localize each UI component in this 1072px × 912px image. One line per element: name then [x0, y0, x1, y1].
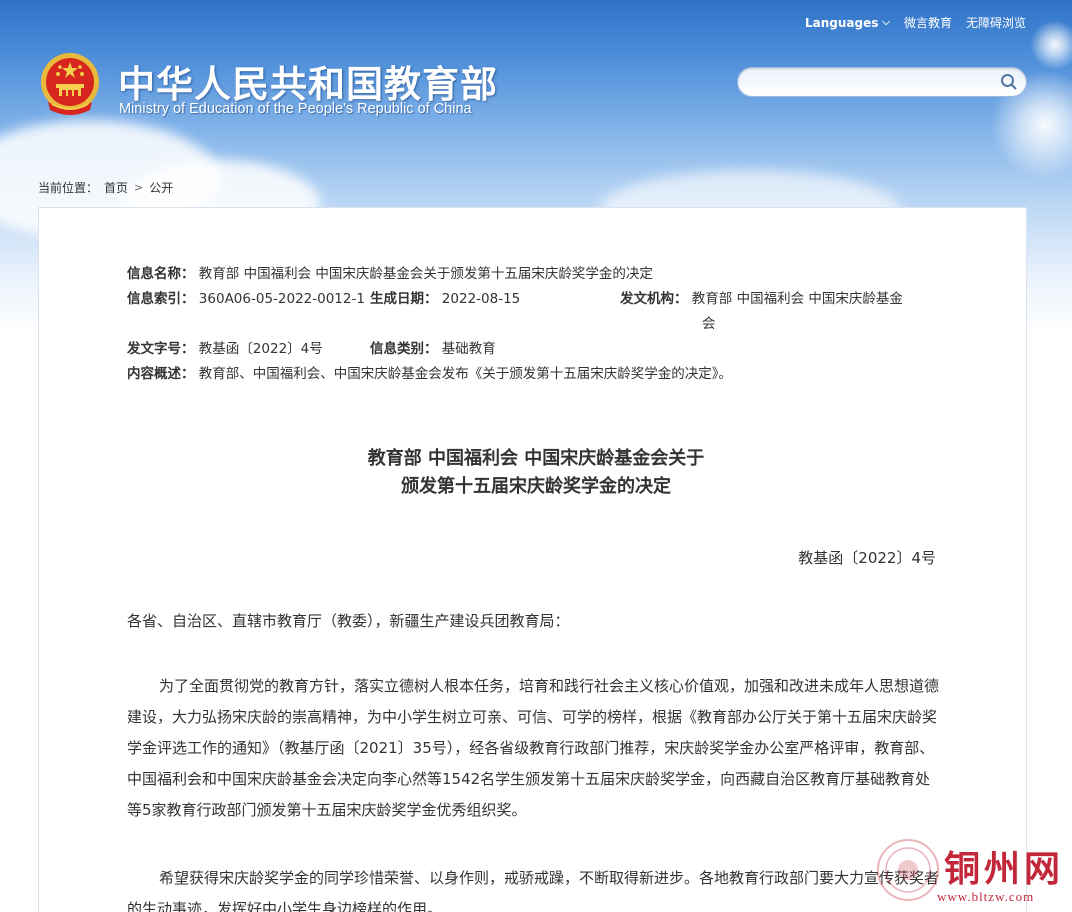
meta-name-label: 信息名称：: [127, 266, 195, 282]
document-paragraph-1: 为了全面贯彻党的教育方针，落实立德树人根本任务，培育和践行社会主义核心价值观，加…: [127, 677, 940, 819]
meta-name-value: 教育部 中国福利会 中国宋庆龄基金会关于颁发第十五届宋庆龄奖学金的决定: [198, 266, 653, 282]
search-box[interactable]: [737, 67, 1027, 97]
accessibility-link[interactable]: 无障碍浏览: [966, 14, 1026, 31]
meta-docnum-label: 发文字号：: [127, 341, 195, 357]
document-number: 教基函〔2022〕4号: [798, 549, 936, 567]
meta-index-value: 360A06-05-2022-0012-1: [198, 291, 365, 307]
site-title-english: Ministry of Education of the People's Re…: [119, 101, 472, 117]
weiyan-education-link[interactable]: 微言教育: [904, 14, 952, 31]
breadcrumb-public[interactable]: 公开: [149, 179, 173, 196]
meta-row-index: 信息索引： 360A06-05-2022-0012-1: [127, 287, 365, 307]
national-emblem-logo: [41, 53, 99, 115]
breadcrumb-home[interactable]: 首页: [104, 179, 128, 196]
meta-docnum-value: 教基函〔2022〕4号: [198, 341, 323, 357]
meta-index-label: 信息索引：: [127, 291, 195, 307]
languages-label: Languages: [804, 15, 879, 30]
document-paragraph-2: 希望获得宋庆龄奖学金的同学珍惜荣誉、以身作则，戒骄戒躁，不断取得新进步。各地教育…: [127, 869, 940, 912]
meta-summary-label: 内容概述：: [127, 366, 195, 382]
meta-issuer-value: 教育部 中国福利会 中国宋庆龄基金: [691, 291, 903, 307]
meta-date-label: 生成日期：: [370, 291, 438, 307]
meta-row-issuer: 发文机构： 教育部 中国福利会 中国宋庆龄基金: [620, 287, 903, 307]
meta-row-category: 信息类别： 基础教育: [370, 337, 496, 357]
meta-issuer-continued: 会: [702, 312, 716, 332]
meta-issuer-label: 发文机构：: [620, 291, 688, 307]
document-title-line1: 教育部 中国福利会 中国宋庆龄基金会关于: [367, 448, 705, 469]
document-salutation: 各省、自治区、直辖市教育厅（教委），新疆生产建设兵团教育局：: [127, 612, 570, 630]
meta-category-value: 基础教育: [441, 341, 496, 357]
meta-row-docnum: 发文字号： 教基函〔2022〕4号: [127, 337, 323, 357]
meta-date-value: 2022-08-15: [441, 291, 521, 307]
meta-issuer-value-line2: 会: [702, 316, 716, 332]
languages-menu[interactable]: Languages ⌵: [805, 16, 890, 30]
watermark-url: www.bltzw.com: [937, 889, 1035, 904]
site-title[interactable]: 中华人民共和国教育部: [118, 54, 498, 108]
dandelion-decoration: [1030, 20, 1072, 70]
search-icon[interactable]: [1000, 73, 1018, 91]
meta-summary-value: 教育部、中国福利会、中国宋庆龄基金会发布《关于颁发第十五届宋庆龄奖学金的决定》。: [198, 366, 733, 382]
chevron-down-icon: ⌵: [882, 17, 890, 28]
top-links-bar: Languages ⌵ 微言教育 无障碍浏览: [805, 14, 1026, 31]
meta-row-summary: 内容概述： 教育部、中国福利会、中国宋庆龄基金会发布《关于颁发第十五届宋庆龄奖学…: [127, 362, 732, 382]
meta-row-name: 信息名称： 教育部 中国福利会 中国宋庆龄基金会关于颁发第十五届宋庆龄奖学金的决…: [127, 262, 653, 282]
meta-row-date: 生成日期： 2022-08-15: [370, 287, 520, 307]
watermark-text: 铜州网: [944, 848, 1065, 890]
document-title-line2: 颁发第十五届宋庆龄奖学金的决定: [401, 476, 671, 497]
chevron-right-icon: >: [134, 181, 144, 194]
meta-category-label: 信息类别：: [370, 341, 438, 357]
document-title: 教育部 中国福利会 中国宋庆龄基金会关于 颁发第十五届宋庆龄奖学金的决定: [0, 445, 1072, 501]
breadcrumb: 当前位置： 首页 > 公开: [38, 179, 173, 196]
breadcrumb-prefix: 当前位置：: [38, 181, 99, 195]
